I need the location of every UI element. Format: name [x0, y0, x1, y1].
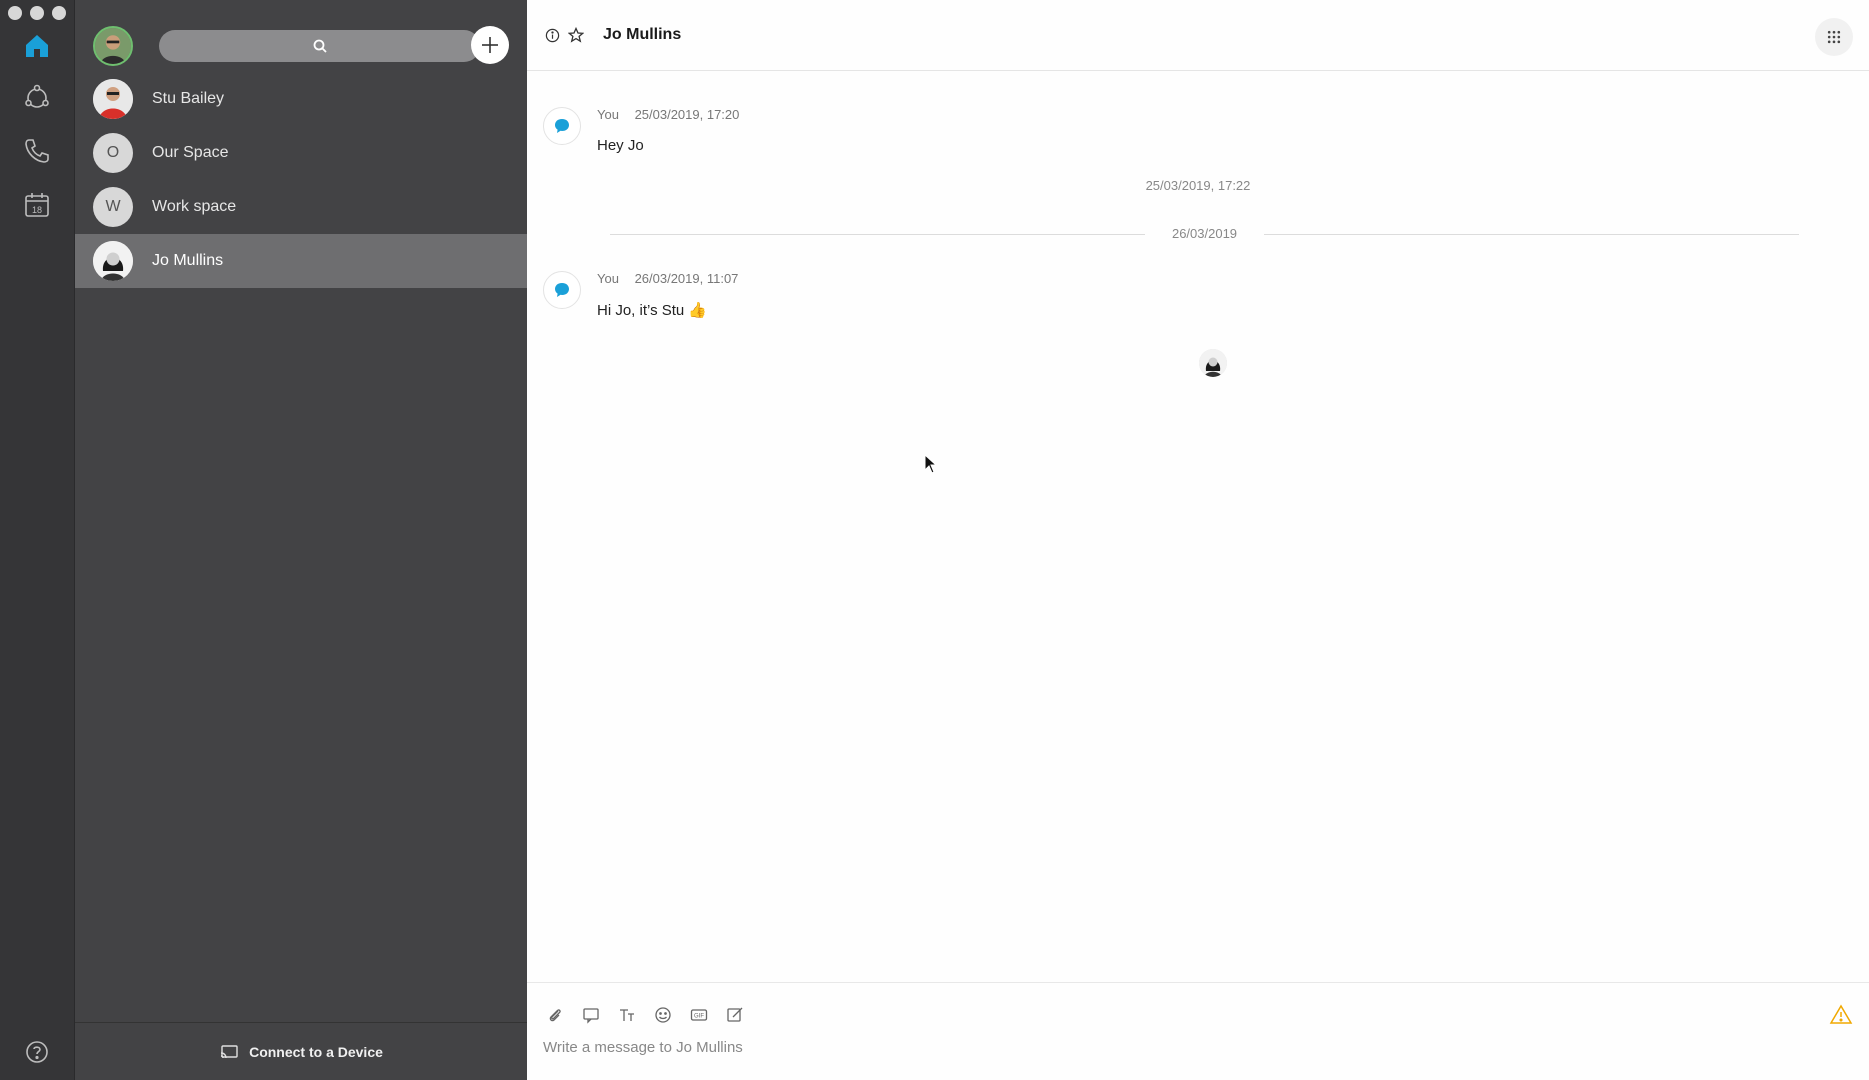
plus-icon [482, 37, 498, 53]
message-meta: You 25/03/2019, 17:20 [597, 107, 739, 122]
message-text: Hey Jo [597, 137, 644, 154]
whiteboard-icon[interactable] [723, 1003, 747, 1027]
space-label: Stu Bailey [152, 90, 225, 107]
spaces-panel: Stu Bailey O Our Space W Work space Jo M… [75, 0, 527, 1080]
conversation-pane: Jo Mullins You 25/03/2019, 17:20 Hey Jo … [527, 0, 1869, 1080]
read-receipt-avatar [1199, 349, 1227, 377]
emoji-icon[interactable] [651, 1003, 675, 1027]
svg-text:GIF: GIF [694, 1014, 704, 1020]
space-item-stu-bailey[interactable]: Stu Bailey [75, 72, 527, 126]
avatar [93, 79, 133, 119]
nav-rail: 18 [0, 0, 75, 1080]
message-time: 25/03/2019, 17:20 [634, 107, 740, 122]
date-divider-label: 26/03/2019 [1159, 226, 1250, 241]
space-list: Stu Bailey O Our Space W Work space Jo M… [75, 72, 527, 288]
message-sender: You [597, 271, 619, 286]
message-meta: You 26/03/2019, 11:07 [597, 271, 738, 286]
calendar-icon[interactable]: 18 [19, 187, 55, 223]
star-icon[interactable] [567, 26, 585, 44]
search-icon [313, 39, 327, 53]
message-time: 26/03/2019, 11:07 [634, 271, 739, 286]
standalone-timestamp: 25/03/2019, 17:22 [1145, 178, 1251, 193]
space-label: Our Space [152, 144, 229, 161]
composer-toolbar: GIF [543, 1003, 747, 1027]
avatar [93, 241, 133, 281]
avatar: O [93, 133, 133, 173]
space-item-our-space[interactable]: O Our Space [75, 126, 527, 180]
text-format-icon[interactable] [615, 1003, 639, 1027]
conversation-header: Jo Mullins [527, 0, 1869, 71]
grid-icon [1827, 30, 1841, 44]
my-avatar[interactable] [93, 26, 133, 66]
message-input[interactable] [543, 1031, 1853, 1063]
window-controls [8, 6, 66, 20]
info-icon[interactable] [543, 26, 561, 44]
add-space-button[interactable] [471, 26, 509, 64]
panel-toolbar [93, 26, 509, 66]
apps-button[interactable] [1815, 18, 1853, 56]
help-icon[interactable] [19, 1034, 55, 1070]
teams-icon[interactable] [19, 80, 55, 116]
message-composer: GIF [527, 982, 1869, 1080]
message-icon [543, 271, 581, 309]
space-item-work-space[interactable]: W Work space [75, 180, 527, 234]
cast-icon [221, 1044, 238, 1058]
message-sender: You [597, 107, 619, 122]
warning-icon[interactable] [1829, 1003, 1853, 1027]
space-label: Work space [152, 198, 237, 215]
search-input[interactable] [159, 30, 480, 62]
screenshot-icon[interactable] [579, 1003, 603, 1027]
message-icon [543, 107, 581, 145]
connect-device-button[interactable]: Connect to a Device [75, 1022, 527, 1080]
attach-icon[interactable] [543, 1003, 567, 1027]
space-label: Jo Mullins [152, 252, 224, 269]
avatar: W [93, 187, 133, 227]
calendar-day: 18 [32, 205, 42, 215]
page-title: Jo Mullins [603, 26, 682, 43]
mouse-cursor-icon [924, 454, 938, 474]
close-window-button[interactable] [8, 6, 22, 20]
gif-icon[interactable]: GIF [687, 1003, 711, 1027]
space-item-jo-mullins[interactable]: Jo Mullins [75, 234, 527, 288]
zoom-window-button[interactable] [52, 6, 66, 20]
minimize-window-button[interactable] [30, 6, 44, 20]
connect-label: Connect to a Device [249, 1043, 383, 1060]
home-icon[interactable] [19, 28, 55, 64]
message-text: Hi Jo, it’s Stu 👍 [597, 302, 708, 319]
date-divider: 26/03/2019 [610, 226, 1799, 242]
phone-icon[interactable] [19, 133, 55, 169]
